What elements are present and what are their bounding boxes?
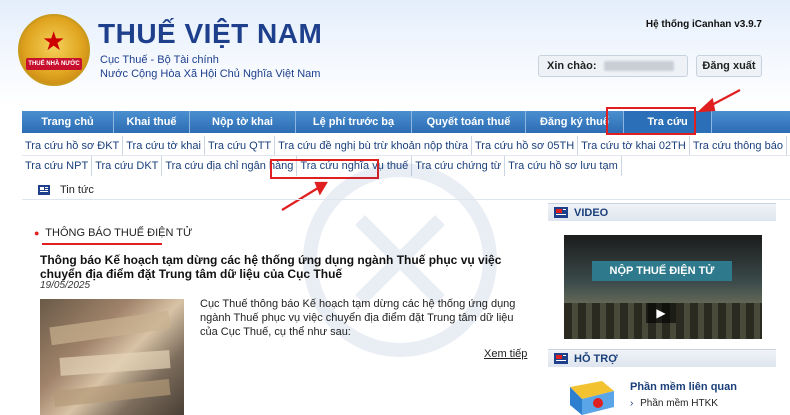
support-header: HỖ TRỢ <box>548 349 776 367</box>
bullet-icon: ● <box>34 228 40 238</box>
support-icon <box>554 353 568 364</box>
video-header: VIDEO <box>548 203 776 221</box>
video-player[interactable]: NỘP THUẾ ĐIỆN TỬ ▶ <box>564 235 762 339</box>
news-thumbnail[interactable] <box>40 299 184 415</box>
video-caption: NỘP THUẾ ĐIỆN TỬ <box>592 261 732 281</box>
play-icon[interactable]: ▶ <box>646 303 676 323</box>
support-label: HỖ TRỢ <box>574 353 618 365</box>
news-headline[interactable]: Thông báo Kế hoạch tạm dừng các hệ thống… <box>40 253 540 281</box>
news-bar-label[interactable]: Tin tức <box>60 180 94 200</box>
right-sidebar: VIDEO NỘP THUẾ ĐIỆN TỬ ▶ HỖ TRỢ Phần mềm… <box>548 203 776 415</box>
news-summary: Cục Thuế thông báo Kế hoạch tạm dừng các… <box>200 298 516 338</box>
arrow-right-icon: › <box>630 398 634 409</box>
news-date: 19/05/2025 <box>40 280 91 291</box>
news-bar: Tin tức <box>22 180 790 200</box>
support-item-label: Phần mềm HTKK <box>640 398 718 409</box>
video-icon <box>554 207 568 218</box>
support-item-htkk[interactable]: › Phần mềm HTKK <box>630 398 718 409</box>
software-box-icon <box>570 381 614 415</box>
section-underline <box>42 243 162 245</box>
section-header: ● THÔNG BÁO THUẾ ĐIỆN TỬ <box>34 227 192 239</box>
support-title: Phần mềm liên quan <box>630 381 737 393</box>
section-title: THÔNG BÁO THUẾ ĐIỆN TỬ <box>45 227 193 239</box>
news-icon <box>38 185 50 195</box>
read-more-link[interactable]: Xem tiếp <box>484 348 527 360</box>
main-content: ● THÔNG BÁO THUẾ ĐIỆN TỬ Thông báo Kế ho… <box>30 203 538 415</box>
arrow-head-lookup <box>696 97 716 113</box>
video-label: VIDEO <box>574 207 609 219</box>
